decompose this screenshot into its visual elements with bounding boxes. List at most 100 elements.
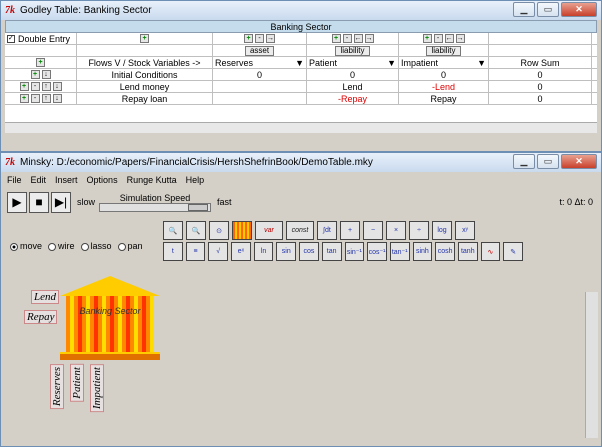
liability-button[interactable]: liability <box>335 45 370 56</box>
liability-button[interactable]: liability <box>426 45 461 56</box>
multiply-icon[interactable]: × <box>386 221 406 240</box>
remove-icon[interactable]: - <box>30 82 40 91</box>
step-icon[interactable]: ▶| <box>51 191 71 213</box>
move-left-icon[interactable]: ← <box>353 34 363 43</box>
speed-slider[interactable] <box>99 202 212 212</box>
zoom-out-icon[interactable]: 🔍 <box>163 221 183 240</box>
move-down-icon[interactable]: ↓ <box>41 70 51 79</box>
move-right-icon[interactable]: → <box>266 34 275 43</box>
add-icon[interactable]: + <box>331 34 341 43</box>
godley-titlebar[interactable]: 7k Godley Table: Banking Sector ▁ ▭ ✕ <box>1 1 601 20</box>
divide-icon[interactable]: ÷ <box>409 221 429 240</box>
move-down-icon[interactable]: ↓ <box>52 94 62 103</box>
flow-repay[interactable]: Repay <box>24 310 58 324</box>
move-right-icon[interactable]: → <box>455 34 465 43</box>
remove-icon[interactable]: - <box>342 34 352 43</box>
menu-file[interactable]: File <box>7 175 22 185</box>
play-icon[interactable]: ▶ <box>7 191 27 213</box>
slider-handle[interactable] <box>188 203 209 211</box>
constant-button[interactable]: const <box>286 221 314 240</box>
cosh-icon[interactable]: cosh <box>435 242 455 261</box>
zoom-in-icon[interactable]: 🔍 <box>186 221 206 240</box>
table-row: asset liability liability <box>5 45 597 57</box>
plot-icon[interactable]: ∿ <box>480 242 501 261</box>
asset-button[interactable]: asset <box>244 45 275 56</box>
stock-reserves[interactable]: Reserves <box>50 364 64 410</box>
godley-title: Godley Table: Banking Sector <box>20 5 152 16</box>
move-left-icon[interactable]: ← <box>444 34 454 43</box>
dropdown-icon: ▼ <box>295 57 304 68</box>
sqrt-icon[interactable]: √ <box>208 242 229 261</box>
sin-icon[interactable]: sin <box>276 242 297 261</box>
minsky-titlebar[interactable]: 7k Minsky: D:/economic/Papers/FinancialC… <box>1 153 601 172</box>
zoom-fit-icon[interactable]: ⊙ <box>209 221 229 240</box>
add-row-button[interactable]: + <box>36 58 45 67</box>
stock-impatient[interactable]: Impatient <box>90 364 104 413</box>
stop-icon[interactable]: ■ <box>29 191 49 213</box>
dropdown-icon: ▼ <box>387 57 396 68</box>
speed-label: Simulation Speed <box>119 192 191 203</box>
minimize-icon[interactable]: ▁ <box>513 154 535 169</box>
mode-move[interactable]: move <box>10 241 42 251</box>
ln-icon[interactable]: ln <box>253 242 274 261</box>
menu-insert[interactable]: Insert <box>55 175 78 185</box>
time-icon[interactable]: t <box>163 242 183 261</box>
close-icon[interactable]: ✕ <box>561 154 597 169</box>
variable-button[interactable]: var <box>255 221 283 240</box>
flow-lend[interactable]: Lend <box>31 290 59 304</box>
table-row: + ↓ Initial Conditions 0 0 0 0 <box>5 69 597 81</box>
mode-lasso[interactable]: lasso <box>80 241 112 251</box>
cos-icon[interactable]: cos <box>299 242 319 261</box>
double-entry-checkbox[interactable]: ✓ Double Entry <box>5 33 77 44</box>
remove-icon[interactable]: - <box>433 34 443 43</box>
menu-help[interactable]: Help <box>186 175 205 185</box>
impatient-select[interactable]: Impatient ▼ <box>399 57 489 68</box>
godley-icon-label: Banking Sector <box>79 306 141 316</box>
exp-icon[interactable]: eˣ <box>231 242 251 261</box>
log-icon[interactable]: log <box>432 221 452 240</box>
note-icon[interactable]: ✎ <box>503 242 523 261</box>
add-column-button[interactable]: + <box>140 34 149 43</box>
add-icon[interactable]: + <box>244 34 253 43</box>
close-icon[interactable]: ✕ <box>561 2 597 17</box>
godley-block[interactable]: Banking Sector <box>60 276 160 362</box>
add-icon[interactable]: + <box>30 70 40 79</box>
remove-icon[interactable]: - <box>255 34 264 43</box>
asin-icon[interactable]: sin⁻¹ <box>344 242 365 261</box>
acos-icon[interactable]: cos⁻¹ <box>367 242 387 261</box>
maximize-icon[interactable]: ▭ <box>537 2 559 17</box>
tanh-icon[interactable]: tanh <box>457 242 478 261</box>
vertical-scrollbar[interactable] <box>585 292 598 438</box>
move-down-icon[interactable]: ↓ <box>52 82 62 91</box>
add-icon[interactable]: + <box>340 221 360 240</box>
stock-patient[interactable]: Patient <box>70 364 84 402</box>
add-icon[interactable]: + <box>19 94 29 103</box>
copy-icon[interactable]: ≡ <box>185 242 206 261</box>
move-up-icon[interactable]: ↑ <box>41 94 51 103</box>
power-icon[interactable]: xʸ <box>455 221 475 240</box>
maximize-icon[interactable]: ▭ <box>537 154 559 169</box>
menu-runge-kutta[interactable]: Runge Kutta <box>127 175 177 185</box>
atan-icon[interactable]: tan⁻¹ <box>389 242 410 261</box>
move-right-icon[interactable]: → <box>364 34 374 43</box>
minimize-icon[interactable]: ▁ <box>513 2 535 17</box>
menu-options[interactable]: Options <box>87 175 118 185</box>
godley-roof <box>60 276 160 296</box>
patient-select[interactable]: Patient ▼ <box>307 57 399 68</box>
reserves-select[interactable]: Reserves ▼ <box>213 57 307 68</box>
integrate-icon[interactable]: ∫dt <box>317 221 337 240</box>
add-icon[interactable]: + <box>19 82 29 91</box>
tan-icon[interactable]: tan <box>321 242 342 261</box>
move-up-icon[interactable]: ↑ <box>41 82 51 91</box>
menu-edit[interactable]: Edit <box>31 175 47 185</box>
remove-icon[interactable]: - <box>30 94 40 103</box>
sinh-icon[interactable]: sinh <box>412 242 433 261</box>
fast-label: fast <box>217 197 232 207</box>
mode-pan[interactable]: pan <box>117 241 143 251</box>
mode-wire[interactable]: wire <box>48 241 75 251</box>
godley-table-icon[interactable] <box>232 221 252 240</box>
horizontal-scrollbar[interactable] <box>5 122 597 133</box>
operations-palette: 🔍 🔍 ⊙ var const ∫dt + − × ÷ log xʸ t ≡ √… <box>163 221 523 263</box>
subtract-icon[interactable]: − <box>363 221 383 240</box>
add-icon[interactable]: + <box>422 34 432 43</box>
